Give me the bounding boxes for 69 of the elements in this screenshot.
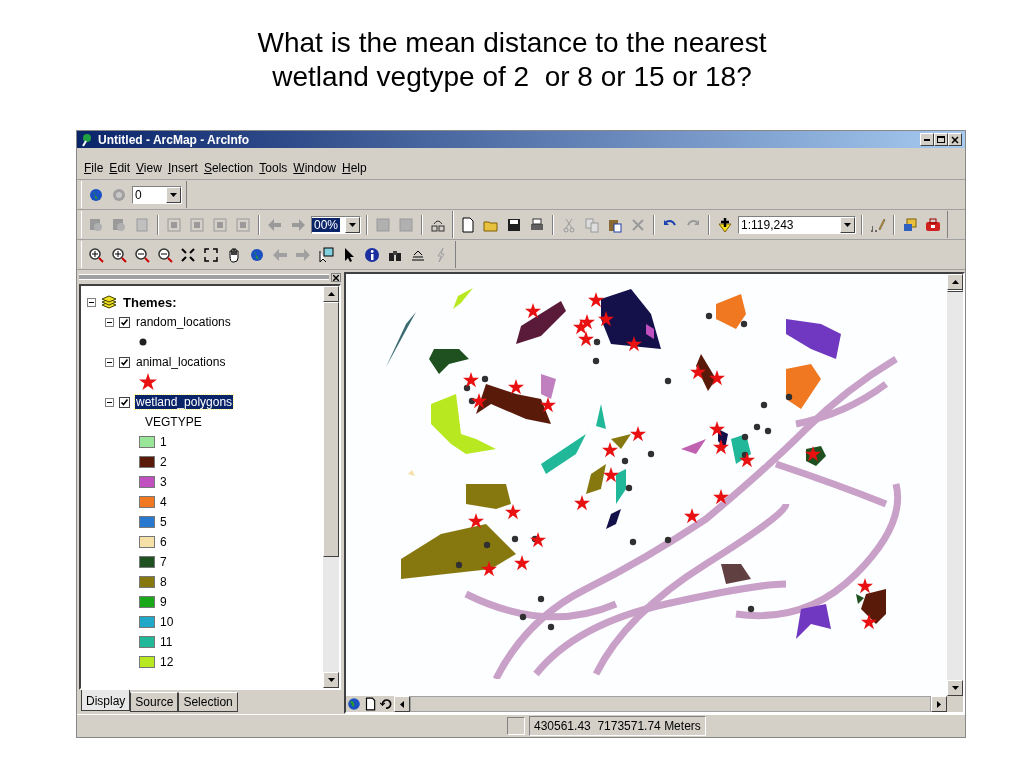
tab[interactable]: Display (81, 690, 131, 711)
close-icon (951, 135, 959, 144)
caret-icon[interactable] (844, 222, 851, 227)
dropdown-field[interactable]: 1:119,243 (738, 215, 856, 234)
collapse-icon[interactable] (105, 397, 114, 407)
checkbox[interactable] (119, 356, 130, 368)
caret-icon[interactable] (170, 192, 177, 197)
vertical-scrollbar[interactable] (947, 274, 963, 696)
star-symbol-icon (139, 373, 157, 391)
legend-label: 5 (159, 515, 168, 529)
legend-label: 8 (159, 575, 168, 589)
close-button[interactable] (331, 272, 341, 282)
layers-icon (101, 295, 117, 309)
checkbox[interactable] (119, 316, 130, 328)
tab[interactable]: Source (130, 692, 179, 712)
layer-name[interactable]: animal_locations (135, 355, 227, 369)
scroll-up-icon[interactable] (327, 292, 335, 296)
data-view-button[interactable] (346, 696, 362, 712)
point-symbol-icon (139, 338, 147, 346)
legend-label: 3 (159, 475, 168, 489)
dropdown-field[interactable]: 00% (311, 215, 361, 234)
menu-item[interactable]: Tools (256, 160, 291, 176)
window-title: Untitled - ArcMap - ArcInfo (98, 132, 251, 147)
close-icon (333, 274, 339, 281)
menu-item[interactable]: File (81, 160, 107, 176)
scroll-down-icon[interactable] (327, 678, 335, 682)
layer-name[interactable]: random_locations (135, 315, 232, 329)
checkbox[interactable] (119, 396, 130, 408)
tree-label: Themes: (122, 294, 178, 310)
menu-item[interactable]: Selection (200, 160, 257, 176)
legend-field-name: VEGTYPE (144, 414, 203, 431)
collapse-icon[interactable] (105, 357, 114, 367)
scroll-down-icon[interactable] (951, 686, 959, 690)
horizontal-scrollbar[interactable] (410, 696, 931, 712)
legend-label: 11 (159, 635, 174, 649)
select-features-icon[interactable] (316, 244, 336, 265)
maximize-button[interactable] (934, 133, 948, 146)
legend-label: 2 (159, 455, 168, 469)
status-text: 430561.43 7173571.74 Meters (529, 716, 706, 736)
legend-label: 7 (159, 555, 168, 569)
menu-item[interactable]: View (133, 160, 165, 176)
collapse-icon[interactable] (105, 317, 114, 327)
minimize-button[interactable] (920, 133, 934, 146)
vertical-scrollbar[interactable] (323, 286, 339, 688)
slide-title-line: What is the mean distance to the nearest (257, 26, 767, 60)
scroll-right-icon[interactable] (937, 700, 941, 708)
menu-item[interactable]: Help (339, 160, 370, 176)
refresh-button[interactable] (378, 696, 394, 712)
menu-item[interactable]: Edit (106, 160, 134, 176)
tab[interactable]: Selection (178, 692, 238, 712)
caret-icon[interactable] (349, 222, 356, 227)
menu-item[interactable]: Insert (164, 160, 201, 176)
scroll-up-icon[interactable] (951, 280, 959, 284)
minimize-icon (924, 138, 930, 141)
legend-label: 12 (159, 655, 175, 669)
status-pane (507, 717, 525, 735)
maximize-icon (937, 135, 945, 144)
scroll-left-icon[interactable] (400, 700, 404, 708)
dropdown-field[interactable]: 0 (132, 185, 182, 204)
legend-label: 10 (159, 615, 175, 629)
collapse-icon[interactable] (87, 297, 96, 307)
legend-label: 9 (159, 595, 168, 609)
layer-name[interactable]: wetland_polygons (135, 395, 234, 409)
legend-label: 4 (159, 495, 168, 509)
menu-item[interactable]: Window (290, 160, 339, 176)
legend-label: 6 (159, 535, 168, 549)
panel-grip[interactable] (79, 274, 329, 280)
legend-label: 1 (159, 435, 168, 449)
slide-title-line: wetland vegtype of 2 or 8 or 15 or 18? (272, 60, 752, 94)
